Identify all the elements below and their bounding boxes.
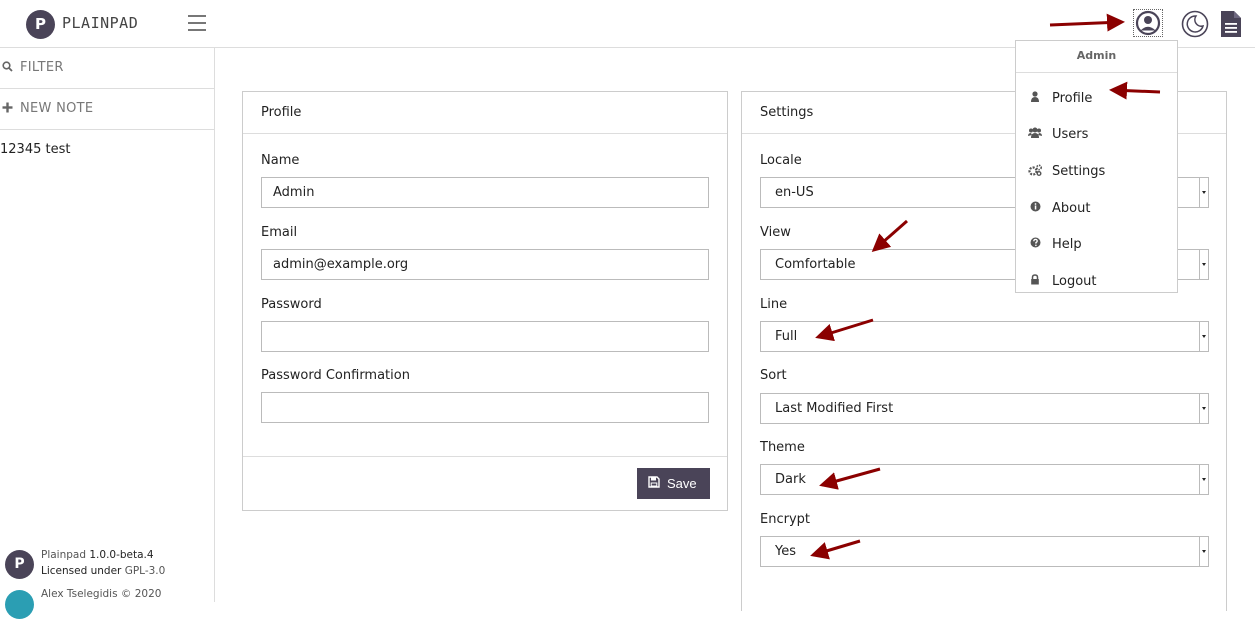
annotation-arrows bbox=[810, 13, 1161, 560]
arrow-to-theme-select bbox=[819, 467, 881, 490]
arrow-to-view-select bbox=[871, 219, 908, 252]
arrow-to-line-select bbox=[815, 318, 874, 342]
arrow-to-profile-item bbox=[1109, 81, 1161, 100]
arrow-to-user-button bbox=[1049, 13, 1125, 32]
arrow-to-encrypt-select bbox=[810, 539, 861, 560]
